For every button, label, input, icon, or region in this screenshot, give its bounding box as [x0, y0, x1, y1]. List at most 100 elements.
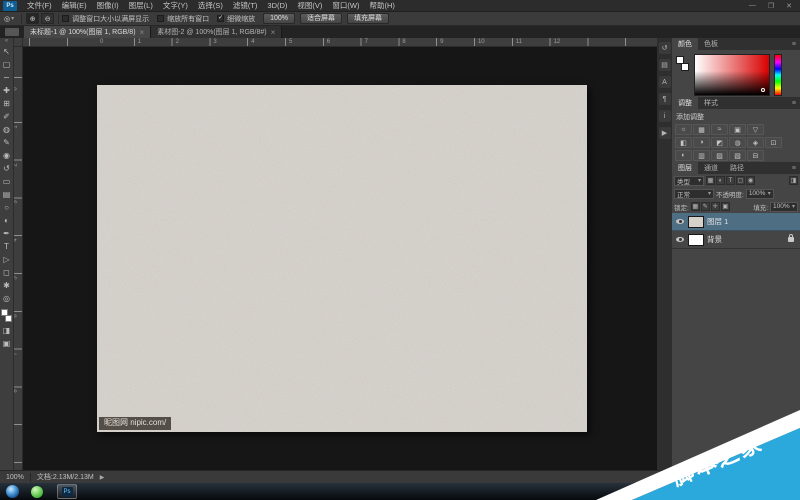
canvas-pasteboard[interactable]: 昵图网 nipic.com/: [23, 47, 657, 470]
tab-styles[interactable]: 样式: [698, 97, 724, 109]
dodge-tool-icon[interactable]: ◐: [0, 214, 14, 227]
menu-item[interactable]: 选择(S): [193, 0, 228, 11]
blend-mode-select[interactable]: 正常 ▾: [674, 189, 714, 199]
document-tab-untitled[interactable]: 未标题-1 @ 100%(图层 1, RGB/8) ×: [24, 26, 151, 38]
lock-transparency-icon[interactable]: ▦: [691, 202, 700, 211]
posterize-icon[interactable]: ▥: [693, 150, 710, 161]
zoom-out-button[interactable]: ⊖: [41, 13, 54, 24]
minimize-icon[interactable]: —: [749, 2, 756, 10]
blur-tool-icon[interactable]: ○: [0, 201, 14, 214]
options-button[interactable]: 100%: [263, 13, 295, 24]
menu-item[interactable]: 图层(L): [124, 0, 158, 11]
foreground-background-swatches[interactable]: [1, 309, 12, 322]
document-canvas[interactable]: 昵图网 nipic.com/: [97, 85, 587, 432]
background-color-swatch[interactable]: [5, 315, 12, 322]
gradient-tool-icon[interactable]: ▤: [0, 188, 14, 201]
color-picker-marker[interactable]: [761, 88, 765, 92]
menu-item[interactable]: 视图(V): [292, 0, 327, 11]
menu-item[interactable]: 滤镜(T): [228, 0, 263, 11]
quick-mask-icon[interactable]: ◨: [0, 324, 14, 337]
options-button[interactable]: 适合屏幕: [300, 13, 342, 24]
quick-selection-tool-icon[interactable]: ✚: [0, 84, 14, 97]
healing-brush-tool-icon[interactable]: ◍: [0, 123, 14, 136]
filter-pixel-layers-icon[interactable]: ▦: [706, 176, 715, 185]
color-lookup-icon[interactable]: ⊡: [765, 137, 782, 148]
layer-thumbnail[interactable]: [688, 216, 704, 228]
panel-color-swatches[interactable]: [675, 54, 690, 93]
black-white-icon[interactable]: ◩: [711, 137, 728, 148]
info-panel-icon[interactable]: i: [659, 110, 671, 122]
brightness-contrast-icon[interactable]: ☼: [675, 124, 692, 135]
zoom-level-field[interactable]: 100%: [6, 474, 24, 481]
layer-row-layer1[interactable]: 图层 1: [672, 213, 800, 231]
color-balance-icon[interactable]: ◑: [693, 137, 710, 148]
invert-icon[interactable]: ◐: [675, 150, 692, 161]
type-tool-icon[interactable]: T: [0, 240, 14, 253]
panel-menu-icon[interactable]: ≡: [792, 165, 800, 172]
zoom-in-button[interactable]: ⊕: [26, 13, 39, 24]
pen-tool-icon[interactable]: ✒: [0, 227, 14, 240]
path-selection-tool-icon[interactable]: ▷: [0, 253, 14, 266]
horizontal-ruler[interactable]: 0123456789101112: [23, 38, 657, 47]
saturation-brightness-field[interactable]: [694, 54, 770, 96]
options-button[interactable]: 填充屏幕: [347, 13, 389, 24]
menu-item[interactable]: 文件(F): [22, 0, 57, 11]
photo-filter-icon[interactable]: ◍: [729, 137, 746, 148]
tab-layers[interactable]: 图层: [672, 162, 698, 174]
visibility-eye-icon[interactable]: [676, 237, 684, 242]
tab-swatches[interactable]: 色板: [698, 38, 724, 50]
menu-item[interactable]: 图像(I): [92, 0, 124, 11]
hue-saturation-icon[interactable]: ◧: [675, 137, 692, 148]
option-checkbox[interactable]: 缩放所有窗口: [157, 14, 209, 24]
eraser-tool-icon[interactable]: ▭: [0, 175, 14, 188]
history-brush-tool-icon[interactable]: ↺: [0, 162, 14, 175]
zoom-tool-icon[interactable]: ◎: [0, 292, 14, 305]
status-expand-icon[interactable]: ▶: [100, 474, 105, 481]
lasso-tool-icon[interactable]: ∽: [0, 71, 14, 84]
menu-item[interactable]: 文字(Y): [158, 0, 193, 11]
menu-item[interactable]: 窗口(W): [327, 0, 364, 11]
tab-adjustments[interactable]: 调整: [672, 97, 698, 109]
hue-slider[interactable]: [774, 54, 782, 96]
filter-shape-layers-icon[interactable]: ▢: [736, 176, 745, 185]
layer-row-background[interactable]: 背景: [672, 231, 800, 249]
menu-item[interactable]: 帮助(H): [365, 0, 400, 11]
foreground-color-swatch[interactable]: [1, 309, 8, 316]
marquee-tool-icon[interactable]: ▢: [0, 58, 14, 71]
menu-item[interactable]: 3D(D): [262, 0, 292, 11]
option-checkbox[interactable]: ✓ 细微缩放: [217, 14, 255, 24]
filter-smart-objects-icon[interactable]: ◉: [746, 176, 755, 185]
filter-adjustment-layers-icon[interactable]: ◐: [716, 176, 725, 185]
channel-mixer-icon[interactable]: ◈: [747, 137, 764, 148]
browser-taskbar-icon[interactable]: [31, 486, 43, 498]
fill-select[interactable]: 100% ▾: [770, 202, 798, 212]
clone-stamp-tool-icon[interactable]: ◉: [0, 149, 14, 162]
layer-filter-kind-select[interactable]: 类型 ▾: [674, 176, 704, 186]
tab-paths[interactable]: 路径: [724, 162, 750, 174]
layer-filter-toggle-icon[interactable]: ◨: [789, 176, 798, 185]
shape-tool-icon[interactable]: ◻: [0, 266, 14, 279]
layer-name[interactable]: 图层 1: [707, 216, 728, 227]
start-button[interactable]: [6, 485, 19, 498]
hand-tool-icon[interactable]: ✱: [0, 279, 14, 292]
lock-all-icon[interactable]: ▣: [721, 202, 730, 211]
eyedropper-tool-icon[interactable]: ✐: [0, 110, 14, 123]
paragraph-panel-icon[interactable]: ¶: [659, 93, 671, 105]
properties-panel-icon[interactable]: ▤: [659, 59, 671, 71]
lock-position-icon[interactable]: ✛: [711, 202, 720, 211]
photoshop-taskbar-button[interactable]: Ps: [57, 484, 77, 499]
opacity-select[interactable]: 100% ▾: [746, 189, 774, 199]
menu-item[interactable]: 编辑(E): [57, 0, 92, 11]
character-panel-icon[interactable]: A: [659, 76, 671, 88]
levels-icon[interactable]: ▦: [693, 124, 710, 135]
vertical-ruler[interactable]: 012345678: [14, 47, 23, 470]
vibrance-icon[interactable]: ▽: [747, 124, 764, 135]
actions-panel-icon[interactable]: ▶: [659, 127, 671, 139]
layer-name[interactable]: 背景: [707, 234, 722, 245]
history-panel-icon[interactable]: ↺: [659, 42, 671, 54]
option-checkbox[interactable]: 调整窗口大小以满屏显示: [62, 14, 149, 24]
close-icon[interactable]: ×: [140, 28, 145, 37]
brush-tool-icon[interactable]: ✎: [0, 136, 14, 149]
lock-pixels-icon[interactable]: ✎: [701, 202, 710, 211]
close-icon[interactable]: ×: [271, 28, 276, 37]
